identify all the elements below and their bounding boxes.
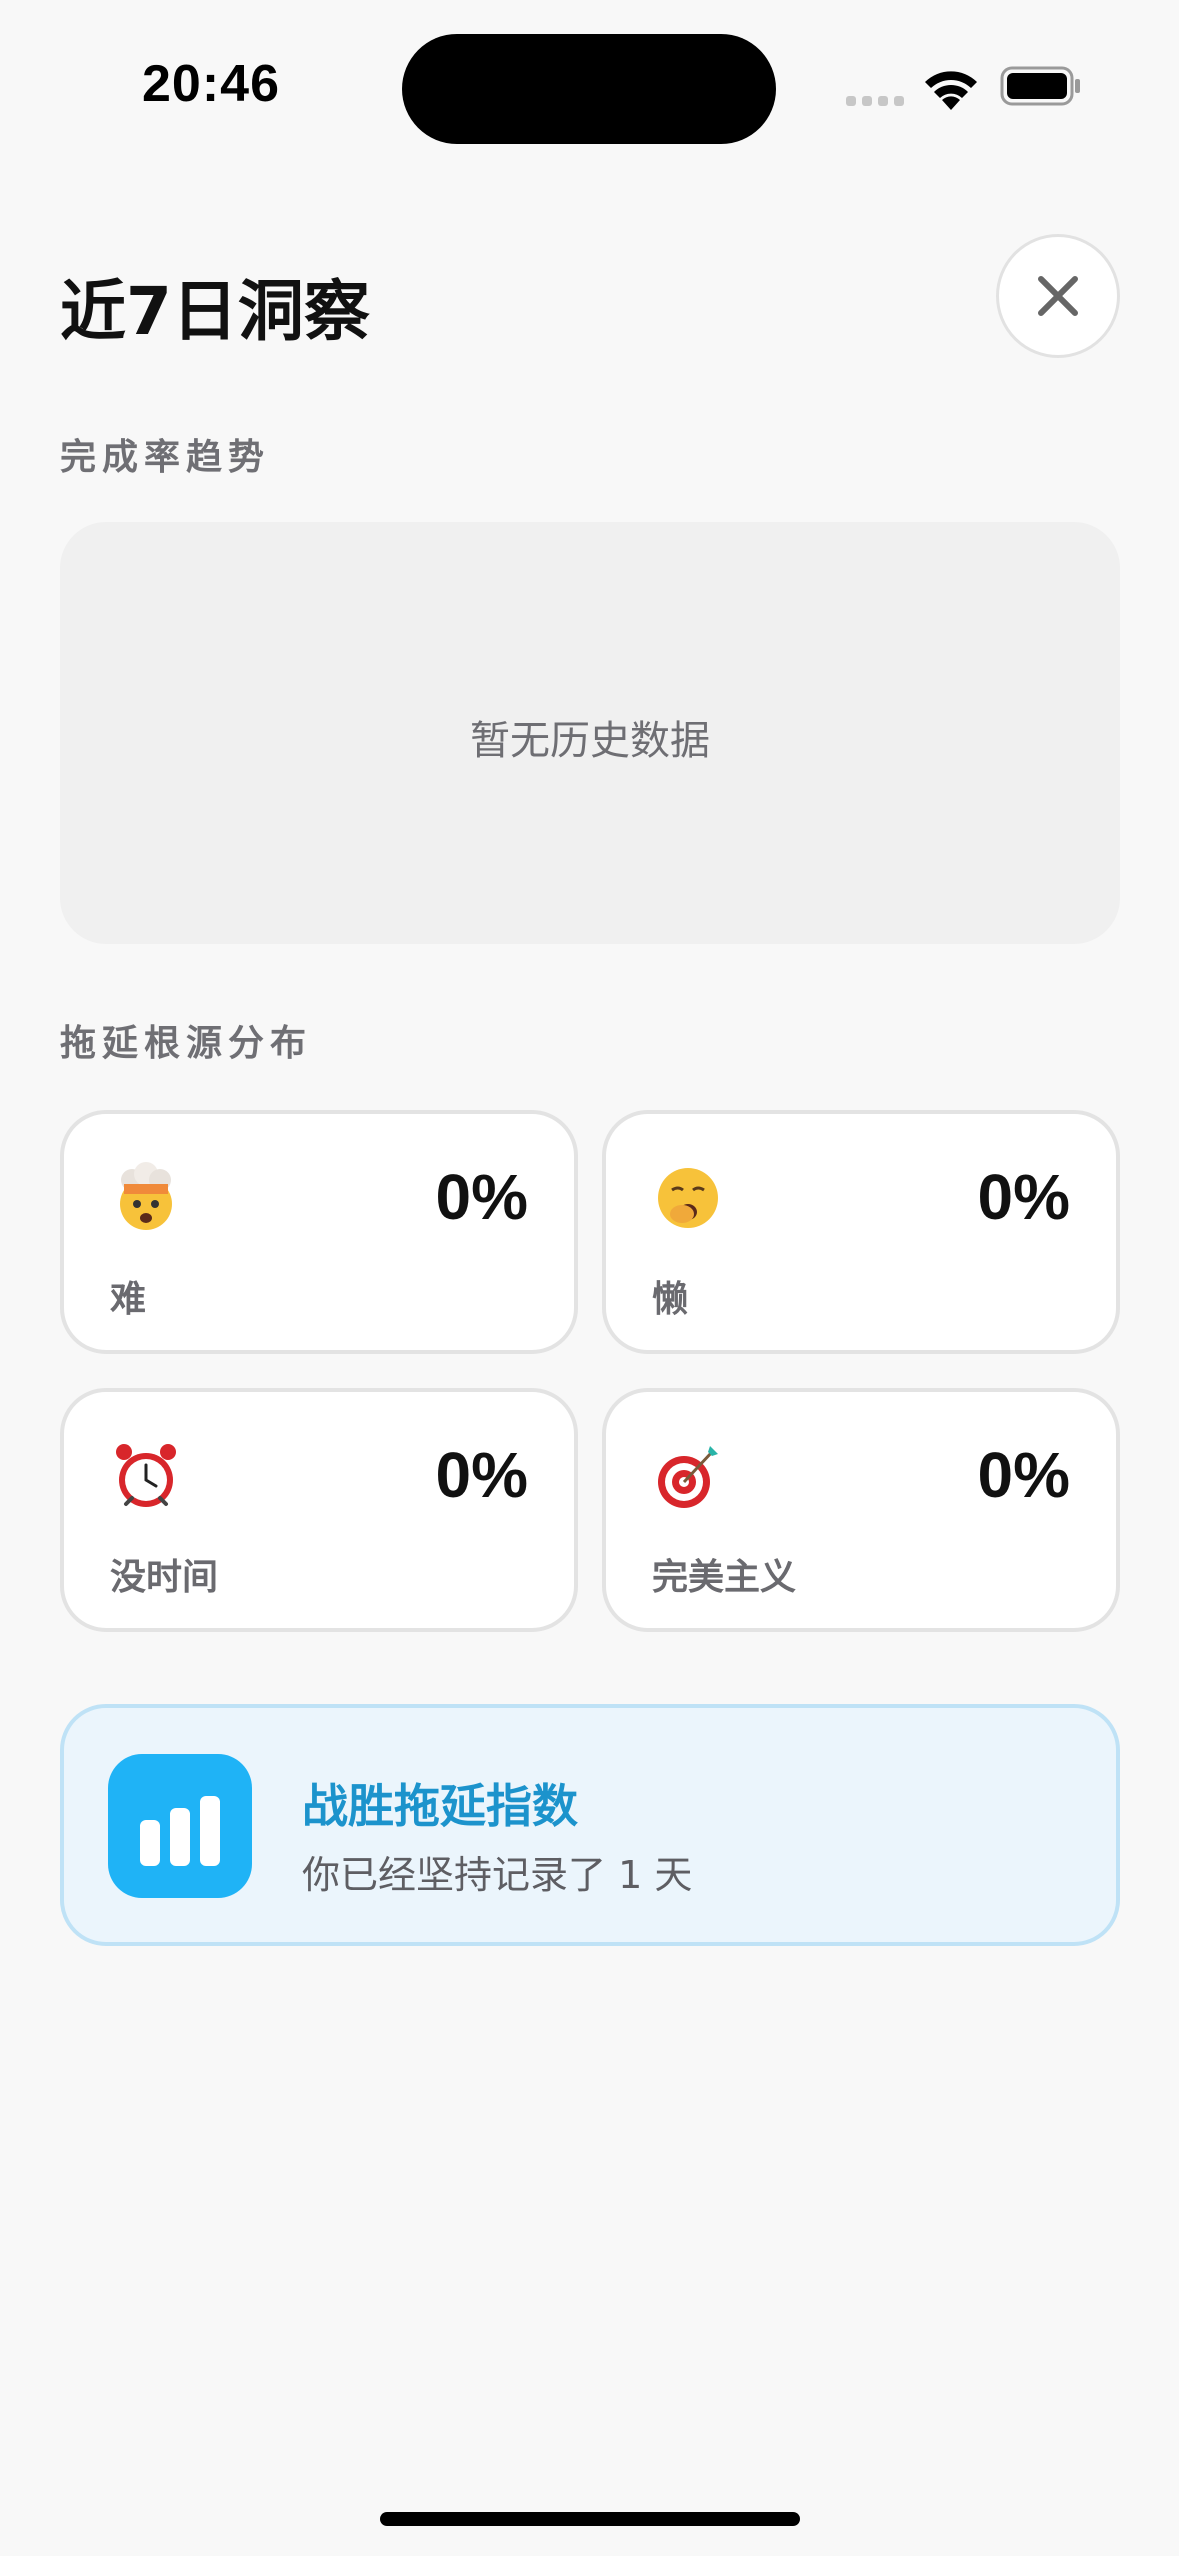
causes-section-label: 拖延根源分布 [60,1023,313,1064]
defeat-procrastination-index-card[interactable]: 战胜拖延指数 你已经坚持记录了 1 天 [60,1704,1120,1946]
cause-label: 懒 [652,1279,689,1320]
target-icon [658,1446,718,1508]
cause-card-lazy[interactable]: 0% 懒 [602,1110,1120,1354]
wifi-icon [925,71,977,110]
cause-percent: 0% [977,1439,1071,1511]
cause-card-perfectionism[interactable]: 0% 完美主义 [602,1388,1120,1632]
trend-chart-empty-card: 暂无历史数据 [60,522,1120,944]
cellular-signal-icon [846,96,906,106]
index-title: 战胜拖延指数 [302,1779,578,1833]
index-subtitle: 你已经坚持记录了 1 天 [302,1853,693,1897]
cause-label: 没时间 [110,1557,219,1598]
page-title: 近7日洞察 [60,273,370,350]
home-indicator[interactable] [380,2512,800,2526]
dynamic-island [402,34,776,144]
status-time: 20:46 [142,55,280,113]
cause-percent: 0% [435,1439,529,1511]
yawning-face-icon [658,1168,718,1228]
cause-percent: 0% [435,1161,529,1233]
trend-section-label: 完成率趋势 [60,437,271,478]
close-button[interactable] [996,234,1120,358]
cause-card-no-time[interactable]: 0% 没时间 [60,1388,578,1632]
cause-card-hard[interactable]: 0% 难 [60,1110,578,1354]
exploding-head-icon [120,1162,172,1230]
close-icon [1038,276,1078,316]
cause-label: 完美主义 [652,1557,797,1598]
alarm-clock-icon [116,1444,176,1507]
bar-chart-icon [108,1754,252,1898]
empty-state-text: 暂无历史数据 [470,718,710,764]
cause-percent: 0% [977,1161,1071,1233]
cause-label: 难 [110,1279,147,1320]
battery-icon [1000,66,1080,106]
